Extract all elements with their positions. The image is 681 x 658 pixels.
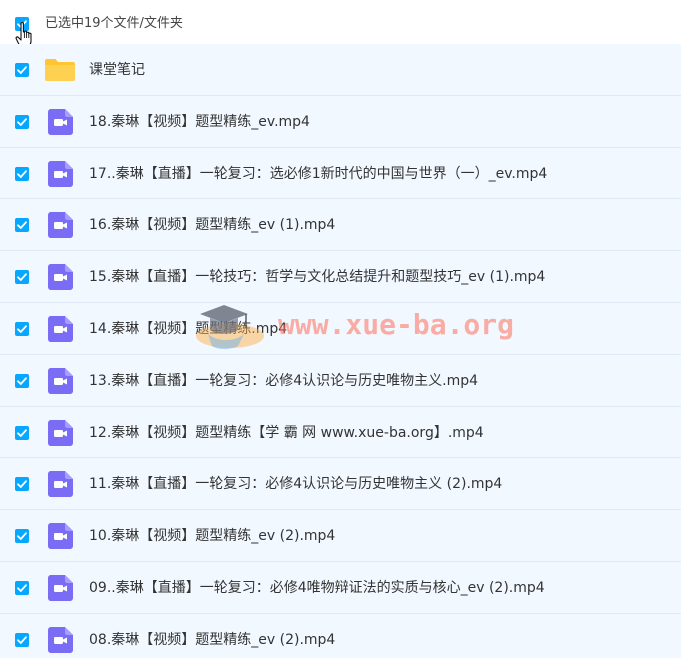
row-checkbox[interactable]	[15, 63, 29, 77]
video-file-icon	[48, 160, 73, 187]
row-checkbox[interactable]	[15, 425, 29, 440]
file-row[interactable]: 17..秦琳【直播】一轮复习：选必修1新时代的中国与世界（一）_ev.mp4	[0, 147, 681, 200]
row-checkbox[interactable]	[15, 114, 29, 129]
file-row[interactable]: 15.秦琳【直播】一轮技巧：哲学与文化总结提升和题型技巧_ev (1).mp4	[0, 251, 681, 303]
check-icon	[17, 66, 27, 74]
check-icon	[17, 169, 27, 178]
check-icon	[17, 636, 27, 644]
video-file-icon	[48, 315, 73, 342]
video-file-icon	[48, 574, 73, 601]
video-file-icon	[48, 523, 73, 550]
row-checkbox[interactable]	[15, 166, 29, 181]
file-list: 课堂笔记 18.秦琳【视频】题型精练_ev.mp4 17..秦琳【直播】一轮复习：选…	[0, 44, 681, 658]
file-row[interactable]: 11.秦琳【直播】一轮复习：必修4认识论与历史唯物主义 (2).mp4	[0, 458, 681, 511]
file-name[interactable]: 10.秦琳【视频】题型精练_ev (2).mp4	[89, 526, 335, 546]
check-icon	[17, 584, 27, 592]
file-row[interactable]: 10.秦琳【视频】题型精练_ev (2).mp4	[0, 510, 681, 562]
row-checkbox[interactable]	[15, 580, 29, 595]
video-file-icon	[48, 419, 73, 446]
row-checkbox[interactable]	[15, 218, 29, 233]
file-name[interactable]: 15.秦琳【直播】一轮技巧：哲学与文化总结提升和题型技巧_ev (1).mp4	[89, 267, 545, 287]
file-row[interactable]: 08.秦琳【视频】题型精练_ev (2).mp4	[0, 613, 681, 658]
file-name[interactable]: 12.秦琳【视频】题型精练【学 霸 网 www.xue-ba.org】.mp4	[89, 423, 484, 443]
check-icon	[17, 325, 27, 333]
row-checkbox[interactable]	[15, 270, 29, 285]
video-file-icon	[48, 367, 73, 394]
row-checkbox[interactable]	[15, 373, 29, 388]
file-name[interactable]: 17..秦琳【直播】一轮复习：选必修1新时代的中国与世界（一）_ev.mp4	[89, 164, 547, 184]
check-icon	[17, 480, 27, 489]
file-name[interactable]: 16.秦琳【视频】题型精练_ev (1).mp4	[89, 215, 335, 235]
file-name[interactable]: 08.秦琳【视频】题型精练_ev (2).mp4	[89, 630, 335, 650]
file-list-panel: 已选中19个文件/文件夹 课堂笔记 18.秦琳【视频】题型精练_ev.mp4 17.…	[0, 0, 681, 658]
file-name[interactable]: 09..秦琳【直播】一轮复习：必修4唯物辩证法的实质与核心_ev (2).mp4	[89, 578, 545, 598]
check-icon	[17, 532, 27, 541]
file-row[interactable]: 18.秦琳【视频】题型精练_ev.mp4	[0, 95, 681, 148]
video-file-icon	[48, 264, 73, 291]
file-name[interactable]: 14.秦琳【视频】题型精练.mp4	[89, 319, 287, 339]
selection-header: 已选中19个文件/文件夹	[0, 0, 681, 48]
file-row[interactable]: 12.秦琳【视频】题型精练【学 霸 网 www.xue-ba.org】.mp4	[0, 406, 681, 459]
check-icon	[17, 273, 27, 282]
row-checkbox[interactable]	[15, 477, 29, 492]
video-file-icon	[48, 108, 73, 135]
check-icon	[17, 118, 27, 126]
video-file-icon	[48, 212, 73, 239]
file-name[interactable]: 课堂笔记	[89, 60, 145, 80]
video-file-icon	[48, 471, 73, 498]
file-row[interactable]: 13.秦琳【直播】一轮复习：必修4认识论与历史唯物主义.mp4	[0, 354, 681, 407]
video-file-icon	[48, 626, 73, 653]
file-name[interactable]: 18.秦琳【视频】题型精练_ev.mp4	[89, 112, 310, 132]
check-icon	[17, 377, 27, 385]
file-row[interactable]: 09..秦琳【直播】一轮复习：必修4唯物辩证法的实质与核心_ev (2).mp4	[0, 561, 681, 614]
file-row[interactable]: 14.秦琳【视频】题型精练.mp4	[0, 302, 681, 355]
folder-row[interactable]: 课堂笔记	[0, 44, 681, 96]
check-icon	[17, 221, 27, 230]
row-checkbox[interactable]	[15, 632, 29, 647]
file-row[interactable]: 16.秦琳【视频】题型精练_ev (1).mp4	[0, 199, 681, 252]
folder-icon	[45, 59, 75, 81]
row-checkbox[interactable]	[15, 321, 29, 336]
selection-count-text: 已选中19个文件/文件夹	[45, 16, 183, 31]
file-name[interactable]: 13.秦琳【直播】一轮复习：必修4认识论与历史唯物主义.mp4	[89, 371, 478, 391]
check-icon	[17, 428, 27, 437]
row-checkbox[interactable]	[15, 529, 29, 544]
file-name[interactable]: 11.秦琳【直播】一轮复习：必修4认识论与历史唯物主义 (2).mp4	[89, 474, 502, 494]
